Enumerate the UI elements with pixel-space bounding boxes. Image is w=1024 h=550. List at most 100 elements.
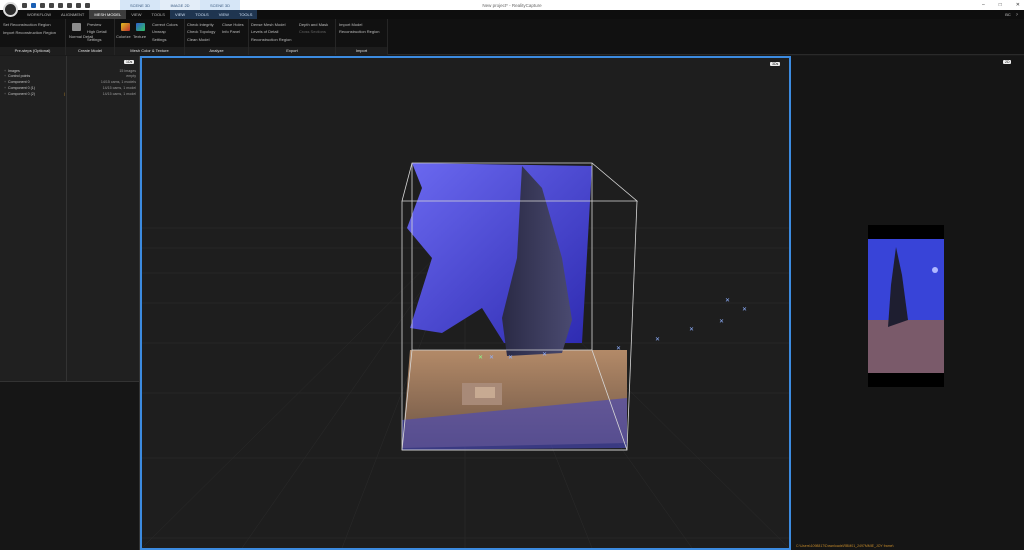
camera-icon[interactable]: ✕ <box>616 346 621 352</box>
viewport-layout-button[interactable]: 3Ds <box>770 62 781 66</box>
user-badge[interactable]: BC <box>1005 12 1011 17</box>
group-import: Import Model Reconstruction Region Impor… <box>336 19 388 55</box>
project-tree-panel: 1Ds + Images 15 images + Control points … <box>0 56 140 381</box>
group-create-model: Normal Detail Preview High Detail Settin… <box>66 19 115 55</box>
expand-icon[interactable]: + <box>4 92 6 96</box>
menu-tools[interactable]: TOOLS <box>146 10 170 19</box>
app-logo-icon[interactable] <box>3 2 18 17</box>
tree-row[interactable]: + Component 0 14/15 cams, 1 models <box>4 80 138 85</box>
texture-button[interactable]: Texture <box>133 34 146 39</box>
unwrap-button[interactable]: Unwrap <box>152 29 166 34</box>
3d-scene[interactable]: ✕ ✕ ✕ ✕ ✕ ✕ ✕ ✕ ✕ ✕ <box>142 58 789 548</box>
layout-icon[interactable] <box>67 2 72 8</box>
menu-view-3[interactable]: VIEW <box>213 10 234 19</box>
high-detail-button[interactable]: High Detail <box>87 29 107 34</box>
image-ground <box>868 320 944 373</box>
camera-icon[interactable]: ✕ <box>742 307 747 313</box>
tree-row-info: 15 images <box>119 69 136 73</box>
clean-model-button[interactable]: Clean Model <box>187 37 209 42</box>
group-label: Pre-steps (Optional) <box>0 47 65 55</box>
import-reconstruction-region-button[interactable]: Import Reconstruction Region <box>3 30 56 35</box>
group-analyze: Check Integrity Check Topology Clean Mod… <box>185 19 249 55</box>
layout-icon[interactable] <box>58 2 63 8</box>
ruins-inner <box>475 387 495 398</box>
group-export: Dense Mesh Model Levels of Detail Recons… <box>249 19 336 55</box>
import-model-button[interactable]: Import Model <box>339 22 362 27</box>
info-panel-button[interactable]: Info Panel <box>222 29 240 34</box>
group-mesh-color: Colorize Texture Correct Colors Unwrap S… <box>115 19 185 55</box>
dense-mesh-model-button[interactable]: Dense Mesh Model <box>251 22 285 27</box>
2d-panel-button[interactable]: 2D <box>1003 60 1012 64</box>
levels-of-detail-button[interactable]: Levels of Detail <box>251 29 278 34</box>
camera-icon[interactable]: ✕ <box>655 337 660 343</box>
preview-button[interactable]: Preview <box>87 22 101 27</box>
menu-tools-2[interactable]: TOOLS <box>190 10 214 19</box>
ribbon: Set Reconstruction Region Import Reconst… <box>0 19 1024 55</box>
texture-icon <box>136 23 145 31</box>
camera-icon[interactable]: ✕ <box>542 352 547 358</box>
tree-row-name: Component 0 (2) <box>8 92 35 96</box>
create-settings-button[interactable]: Settings <box>87 37 101 42</box>
expand-icon[interactable]: + <box>4 86 6 90</box>
tree-row-info: 14/15 cams, 1 model <box>102 86 136 90</box>
cross-sections-button[interactable]: Cross Sections <box>299 29 326 34</box>
tab-scene-3d-2[interactable]: SCENE 3D <box>200 0 240 10</box>
export-reconstruction-region-button[interactable]: Reconstruction Region <box>251 37 291 42</box>
minimize-button[interactable]: – <box>982 2 985 8</box>
image-preview[interactable] <box>868 225 944 387</box>
color-settings-button[interactable]: Settings <box>152 37 166 42</box>
depth-and-mask-button[interactable]: Depth and Mask <box>299 22 328 27</box>
layout-icon[interactable] <box>22 2 27 8</box>
menu-workflow[interactable]: WORKFLOW <box>22 10 56 19</box>
camera-icon[interactable]: ✕ <box>478 355 483 361</box>
tree-row-name: Component 0 <box>8 80 30 84</box>
active-marker-icon: | <box>64 92 65 96</box>
close-button[interactable]: ✕ <box>1016 2 1020 8</box>
layout-icon[interactable] <box>49 2 54 8</box>
tree-row[interactable]: + Component 0 (2) 14/15 cams, 1 model | <box>4 92 138 97</box>
tab-scene-3d[interactable]: SCENE 3D <box>120 0 160 10</box>
tree-row-name: Images <box>8 69 20 73</box>
set-reconstruction-region-button[interactable]: Set Reconstruction Region <box>3 22 51 27</box>
undo-icon[interactable] <box>76 2 81 8</box>
camera-icon[interactable]: ✕ <box>508 355 513 361</box>
3d-viewport[interactable]: ✕ ✕ ✕ ✕ ✕ ✕ ✕ ✕ ✕ ✕ 3Ds <box>140 56 791 550</box>
redo-icon[interactable] <box>85 2 90 8</box>
camera-icon[interactable]: ✕ <box>489 355 494 361</box>
camera-icon[interactable]: ✕ <box>689 327 694 333</box>
menu-tools-3[interactable]: TOOLS <box>233 10 258 19</box>
panel-layout-button[interactable]: 1Ds <box>124 60 135 64</box>
title-bar: SCENE 3D IMAGE 2D SCENE 3D New project* … <box>0 0 1024 17</box>
expand-icon[interactable]: + <box>4 69 6 73</box>
tree-row[interactable]: + Component 0 (1) 14/15 cams, 1 model <box>4 86 138 91</box>
maximize-button[interactable]: □ <box>999 2 1002 8</box>
tab-image-2d[interactable]: IMAGE 2D <box>160 0 200 10</box>
check-topology-button[interactable]: Check Topology <box>187 29 215 34</box>
menu-mesh-model[interactable]: MESH MODEL <box>89 10 127 19</box>
tree-row[interactable]: + Control points empty <box>4 74 138 79</box>
colorize-button[interactable]: Colorize <box>116 34 131 39</box>
image-2d-panel: 2D <box>791 56 1024 550</box>
status-path: C:\Users\1098817\Downloads\RBM01_2497MMI… <box>796 544 894 548</box>
expand-icon[interactable]: + <box>4 80 6 84</box>
properties-panel <box>0 381 140 550</box>
menu-alignment[interactable]: ALIGNMENT <box>56 10 89 19</box>
camera-icon[interactable]: ✕ <box>719 319 724 325</box>
menu-view[interactable]: VIEW <box>126 10 146 19</box>
close-holes-button[interactable]: Close Holes <box>222 22 244 27</box>
mesh-icon <box>72 23 81 31</box>
camera-icon[interactable]: ✕ <box>725 298 730 304</box>
menu-bar: WORKFLOW ALIGNMENT MESH MODEL VIEW TOOLS… <box>0 10 1024 19</box>
menu-view-2[interactable]: VIEW <box>169 10 191 19</box>
group-label: Mesh Color & Texture <box>115 47 184 55</box>
correct-colors-button[interactable]: Correct Colors <box>152 22 178 27</box>
group-pre-steps: Set Reconstruction Region Import Reconst… <box>0 19 66 55</box>
expand-icon[interactable]: + <box>4 74 6 78</box>
check-integrity-button[interactable]: Check Integrity <box>187 22 214 27</box>
group-label: Export <box>249 47 335 55</box>
group-label: Analyze <box>185 47 248 55</box>
help-icon[interactable]: ? <box>1016 12 1018 17</box>
layout-icon[interactable] <box>31 2 36 8</box>
layout-icon[interactable] <box>40 2 45 8</box>
import-region-button[interactable]: Reconstruction Region <box>339 29 379 34</box>
